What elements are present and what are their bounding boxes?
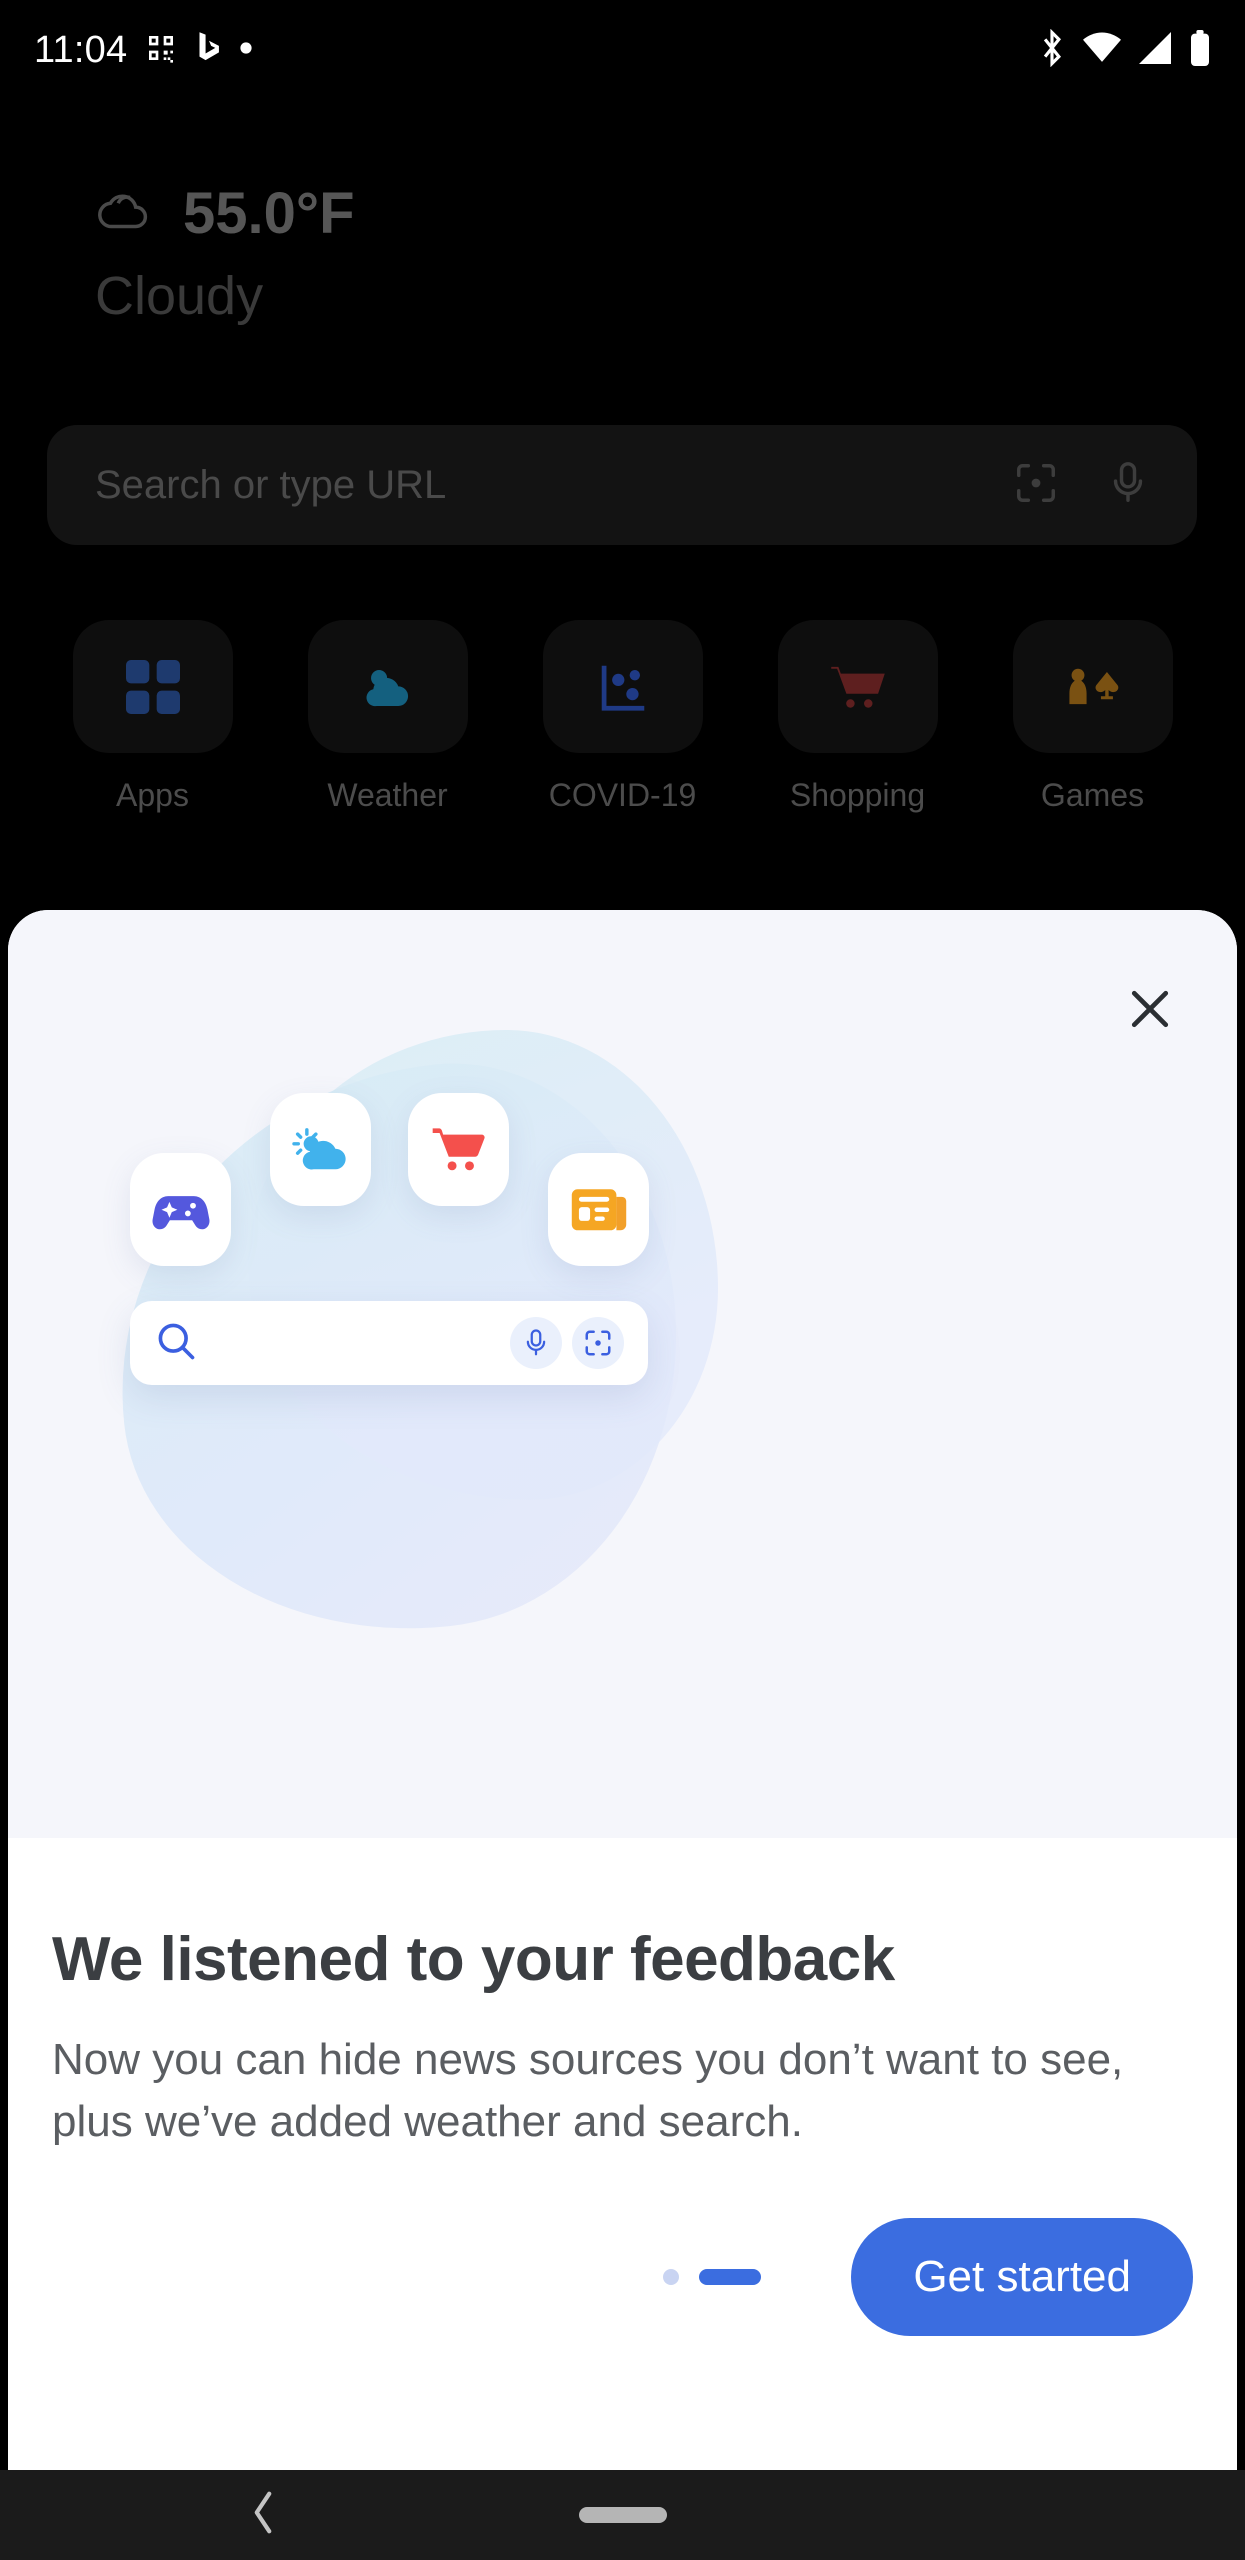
pagination-dot-2-active[interactable] [699, 2268, 762, 2285]
shopping-cart-icon [432, 1127, 485, 1170]
cell-signal-icon [1137, 31, 1173, 69]
illustration-area [8, 910, 1237, 1838]
gamepad-icon [152, 1195, 209, 1229]
system-nav-bar [0, 2470, 1245, 2560]
microphone-icon[interactable] [1107, 460, 1149, 511]
page-description: Now you can hide news sources you don’t … [52, 2035, 1124, 2147]
apps-grid-icon [72, 620, 233, 753]
background-shortcut-row: Apps Weather COVID-19 Shopping Games [0, 620, 1245, 814]
pagination-dot-1[interactable] [663, 2268, 680, 2285]
background-temperature: 55.0°F [183, 181, 355, 246]
background-search-actions [1013, 460, 1149, 511]
sheet-copy: We listened to your feedback Now you can… [8, 1838, 1237, 2154]
dot-icon [239, 41, 253, 60]
back-chevron-icon[interactable] [248, 2490, 278, 2541]
status-bar: 11:04 [0, 0, 1245, 100]
status-bar-left: 11:04 [34, 29, 253, 72]
bluetooth-icon [1037, 28, 1067, 72]
wifi-icon [1083, 31, 1121, 69]
illustration-tile-shopping [408, 1093, 509, 1206]
background-shortcut-covid[interactable]: COVID-19 [542, 620, 703, 814]
get-started-button[interactable]: Get started [851, 2217, 1193, 2336]
home-pill-icon[interactable] [578, 2507, 667, 2523]
phone-screen: 11:04 55.0°F Cloudy Search or type URL A… [0, 0, 1245, 2560]
illustration-search-bar [130, 1301, 648, 1385]
battery-icon [1189, 29, 1211, 71]
background-shortcut-label: Apps [116, 777, 189, 813]
onboarding-sheet: We listened to your feedback Now you can… [8, 910, 1237, 2470]
browser-home-background: 55.0°F Cloudy Search or type URL Apps We… [0, 100, 1245, 960]
illustration-tile-news [548, 1153, 649, 1266]
background-shortcut-weather[interactable]: Weather [307, 620, 468, 814]
cloud-icon [95, 187, 157, 240]
close-icon[interactable] [1113, 972, 1187, 1046]
background-weather: 55.0°F [95, 180, 355, 247]
background-shortcut-games[interactable]: Games [1012, 620, 1173, 814]
background-shortcut-label: Games [1040, 777, 1145, 813]
search-icon [154, 1319, 198, 1368]
news-article-icon [571, 1188, 626, 1230]
games-pawn-spade-icon [1012, 620, 1173, 753]
status-bar-clock: 11:04 [34, 28, 128, 71]
background-shortcut-shopping[interactable]: Shopping [777, 620, 938, 814]
qr-scan-icon[interactable] [1013, 460, 1059, 511]
illustration-tile-weather [270, 1093, 371, 1206]
background-search-placeholder: Search or type URL [95, 462, 447, 507]
shopping-cart-icon [777, 620, 938, 753]
background-shortcut-label: Shopping [789, 777, 926, 813]
background-shortcut-apps[interactable]: Apps [72, 620, 233, 814]
qr-code-icon [145, 32, 177, 69]
weather-cloud-sun-icon [307, 620, 468, 753]
background-shortcut-label: COVID-19 [548, 777, 697, 813]
page-title: We listened to your feedback [52, 1925, 895, 1994]
background-condition: Cloudy [95, 266, 264, 326]
pagination-dots [663, 2268, 762, 2285]
status-bar-right [1037, 28, 1211, 72]
sheet-actions: Get started [8, 2153, 1237, 2336]
illustration-tile-games [130, 1153, 231, 1266]
bing-logo-icon [195, 31, 221, 70]
covid-chart-icon [542, 620, 703, 753]
background-shortcut-label: Weather [327, 777, 448, 813]
microphone-icon [510, 1317, 562, 1369]
qr-scan-icon [572, 1317, 624, 1369]
background-search-bar[interactable]: Search or type URL [47, 425, 1197, 545]
weather-cloud-sun-icon [291, 1127, 346, 1169]
